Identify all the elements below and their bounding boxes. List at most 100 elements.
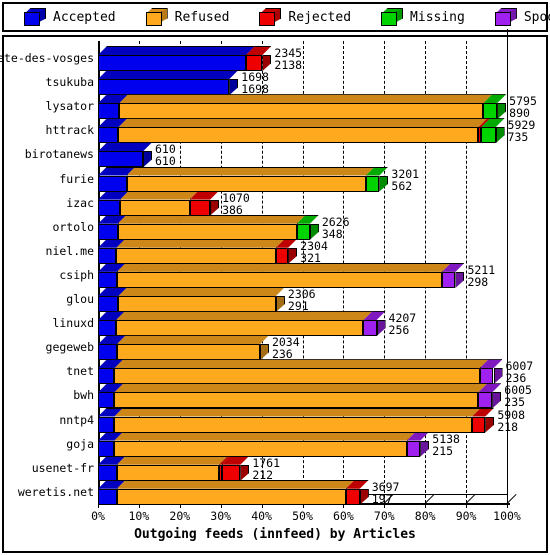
bar-top-face [119, 94, 493, 104]
bar-top-face [98, 70, 239, 80]
bar-segment-refused [116, 344, 260, 361]
x-axis-ticklabels: 0% 10% 20% 30% 40% 50% 60% 70% 80% 90% 100% [91, 509, 521, 525]
bar-value-labels: 5795 890 [509, 95, 537, 119]
bar-segment-rejected [189, 199, 211, 216]
bar-value-labels: 2304 321 [300, 240, 328, 265]
bar-top-face [120, 190, 199, 200]
bar-end-cap [376, 320, 386, 337]
bar-row: 6007 236 [98, 359, 533, 385]
bar-segment-accepted [98, 55, 247, 71]
bar-segment-accepted [98, 464, 117, 481]
bar-secondary-value: 321 [300, 250, 321, 265]
y-axis-label: linuxd [52, 316, 94, 331]
legend-item-refused: Refused [145, 8, 229, 26]
bar-row: 5929 735 [98, 118, 535, 144]
bar-value-labels: 4207 256 [388, 312, 417, 338]
cube-icon [259, 8, 282, 26]
bar-value-labels: 5138 215 [432, 431, 460, 457]
bar-end-cap [493, 368, 503, 385]
bar-segment-accepted [98, 440, 115, 457]
x-tick-label: 90% [455, 509, 477, 523]
y-axis-label: tsukuba [45, 75, 94, 90]
bar-top-face [118, 118, 488, 128]
bar-end-cap [420, 440, 430, 457]
cube-icon [381, 8, 404, 26]
bar-segment-refused [114, 392, 479, 409]
y-axis-label: usenet-fr [31, 460, 94, 475]
bar-segment-missing [296, 223, 310, 240]
bar-top-face [116, 262, 451, 272]
bar-segment-accepted [98, 175, 127, 192]
x-tick-label: 40% [251, 509, 272, 523]
bar-end-cap [359, 488, 369, 505]
bar-segment-refused [118, 127, 479, 144]
bar-top-face [118, 287, 285, 296]
bar-value-labels: 610 610 [155, 144, 176, 168]
bar-top-face [117, 214, 306, 224]
x-tick-label: 100% [493, 509, 521, 523]
bar-segment-refused [116, 488, 346, 505]
x-tick-label: 50% [292, 509, 313, 523]
legend-item-accepted: Accepted [24, 8, 116, 26]
bar-segment-rejected [275, 247, 289, 264]
bar-segment-refused [116, 271, 442, 288]
bar-top-face [98, 46, 256, 55]
bar-top-face [98, 142, 152, 152]
bar-segment-accepted [98, 271, 117, 288]
bar-end-cap [259, 344, 269, 361]
bar-segment-missing [365, 175, 380, 192]
bar-secondary-value: 735 [507, 130, 529, 145]
legend-label: Accepted [53, 9, 116, 25]
bar-end-cap [142, 151, 152, 168]
bar-segment-refused [115, 320, 364, 337]
bar-segment-accepted [98, 127, 119, 144]
y-axis-label: tnet [66, 364, 94, 379]
x-tick-label: 20% [169, 509, 191, 523]
bar-segment-accepted [98, 247, 117, 264]
bar-segment-missing [483, 103, 498, 120]
bar-segment-spooled [363, 320, 377, 337]
bar-end-cap [262, 55, 272, 71]
bar-end-cap [495, 127, 505, 144]
bar-value-labels: 5908 218 [497, 409, 525, 433]
bar-row: 1698 1698 [98, 70, 507, 96]
bar-segment-accepted [98, 344, 117, 361]
bar-secondary-value: 212 [252, 467, 274, 482]
bar-segment-accepted [98, 416, 115, 433]
bar-secondary-value: 298 [467, 274, 489, 289]
bar-segment-spooled [441, 271, 456, 288]
bar-value-labels: 2345 2138 [274, 47, 303, 72]
bar-row: 2034 236 [98, 335, 507, 361]
legend-item-rejected: Rejected [259, 8, 351, 26]
bar-segment-accepted [98, 368, 115, 385]
bar-total-value: 3201 [391, 166, 420, 181]
bar-row: 6005 235 [98, 383, 532, 409]
bar-secondary-value: 386 [222, 202, 243, 217]
y-axis-label: bwh [73, 388, 94, 403]
legend-label: Spooled [523, 9, 550, 25]
bar-segment-refused [116, 247, 276, 264]
bar-secondary-value: 256 [388, 323, 410, 338]
bar-segment-accepted [98, 320, 116, 337]
bar-value-labels: 3697 197 [372, 481, 400, 505]
bar-row: 5211 298 [98, 262, 507, 289]
y-axis-label: glou [66, 292, 94, 306]
y-axis-label: ortolo [52, 219, 94, 234]
bar-segment-accepted [98, 488, 117, 505]
bar-secondary-value: 2138 [274, 58, 303, 72]
bar-segment-spooled [479, 368, 494, 385]
bar-row: 3201 562 [98, 166, 507, 193]
bar-segment-refused [116, 464, 220, 481]
bar-top-face [116, 335, 269, 345]
bar-row: 4207 256 [98, 311, 507, 338]
bar-row: 2345 2138 [98, 46, 507, 72]
bar-secondary-value: 562 [391, 178, 413, 193]
bar-value-labels: 2306 291 [288, 288, 316, 312]
bar-row: 2626 348 [98, 214, 507, 240]
bar-value-labels: 6005 235 [504, 385, 532, 409]
bar-segment-refused [118, 296, 276, 312]
gridline [507, 41, 508, 503]
x-tick-label: 10% [128, 509, 150, 523]
bar-segment-refused [119, 103, 484, 120]
bar-total-value: 5138 [432, 431, 460, 446]
